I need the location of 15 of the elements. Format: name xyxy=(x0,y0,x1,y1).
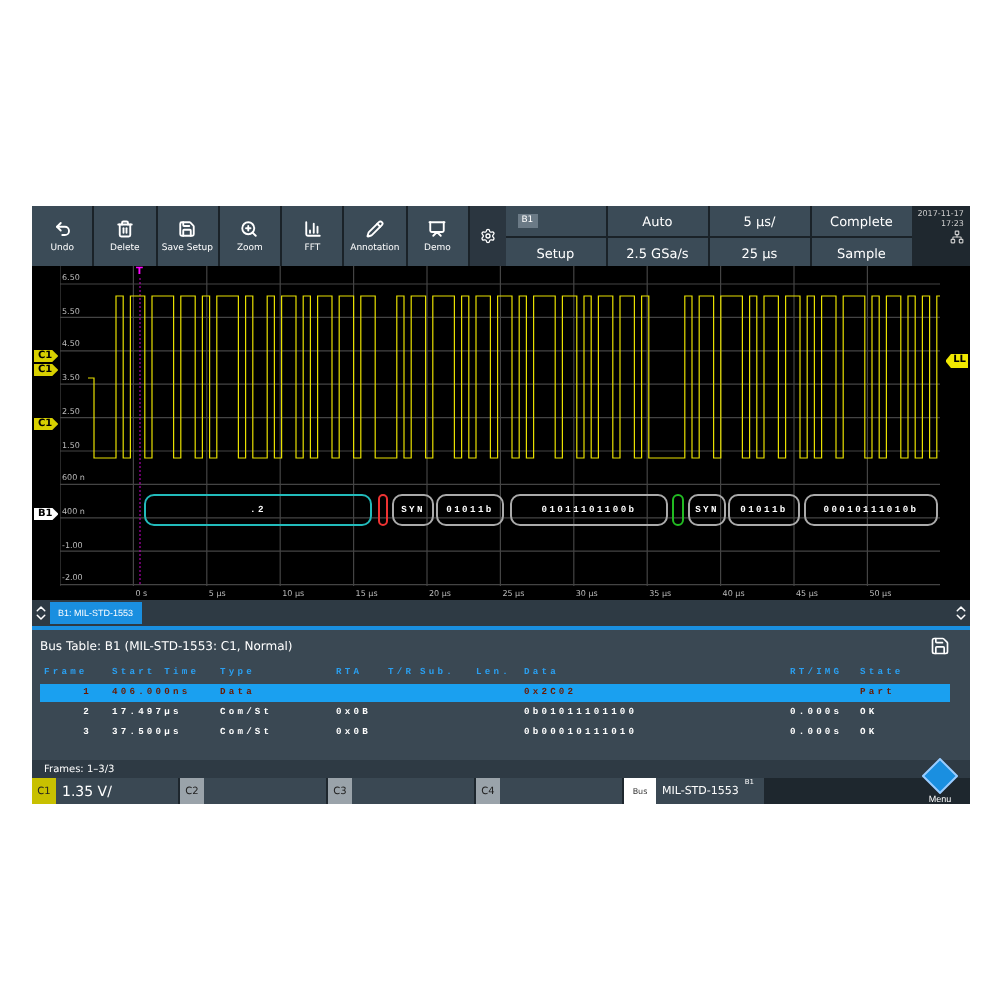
zoom-icon xyxy=(240,219,259,237)
network-icon xyxy=(949,230,964,244)
undo-icon xyxy=(53,219,72,237)
scroll-arrows-icon[interactable] xyxy=(952,604,970,622)
frame-marker xyxy=(672,494,684,526)
presentation-icon xyxy=(428,219,447,237)
scroll-arrows-icon[interactable] xyxy=(32,604,50,622)
frame-marker xyxy=(378,494,388,526)
save-icon[interactable] xyxy=(930,636,950,656)
settings-icon xyxy=(479,228,496,244)
trash-icon xyxy=(115,219,134,237)
settings-button[interactable] xyxy=(469,206,506,266)
save-icon xyxy=(178,219,197,237)
bar-chart-icon xyxy=(303,219,322,237)
pencil-icon xyxy=(365,219,384,237)
